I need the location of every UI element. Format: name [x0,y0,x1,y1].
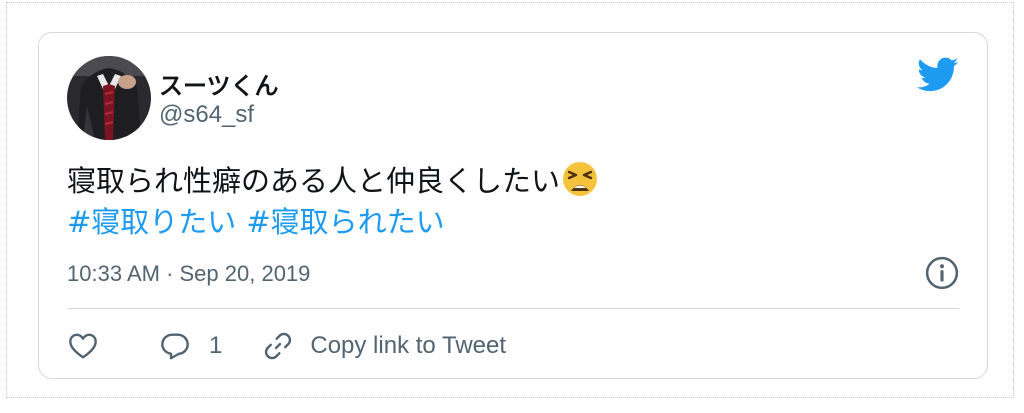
heart-icon [69,333,97,359]
hashtag-list: #寝取りたい #寝取られたい [67,202,598,243]
tweet-text-block: 寝取られ性癖のある人と仲良くしたい #寝取りたい #寝取られたい [67,161,598,243]
hashtag-link[interactable]: #寝取られたい [246,205,444,239]
like-button[interactable] [67,330,99,362]
tweet-timestamp[interactable]: 10:33 AM · Sep 20, 2019 [67,261,310,287]
hashtag-link[interactable]: #寝取りたい [67,205,236,239]
tweet-body: 寝取られ性癖のある人と仲良くしたい [67,164,561,198]
avatar[interactable] [67,56,151,140]
reply-icon [161,333,189,360]
action-bar: 1 Copy link to Tweet [67,329,506,363]
author-handle[interactable]: @s64_sf [159,101,254,129]
avatar-photo [67,56,151,140]
twitter-bird-icon[interactable] [917,57,959,93]
tweet-card[interactable]: スーツくん @s64_sf 寝取られ性癖のある人と仲良くしたい #寝取りたい #寝… [38,32,988,379]
divider [67,308,959,309]
reply-count: 1 [209,332,223,359]
link-icon [265,332,292,360]
author-name[interactable]: スーツくん [159,66,279,101]
info-icon[interactable] [925,256,959,290]
tired-face-emoji [563,162,598,196]
copy-link-button[interactable]: Copy link to Tweet [262,330,506,362]
reply-button[interactable]: 1 [159,330,222,362]
copy-link-label: Copy link to Tweet [310,332,507,359]
